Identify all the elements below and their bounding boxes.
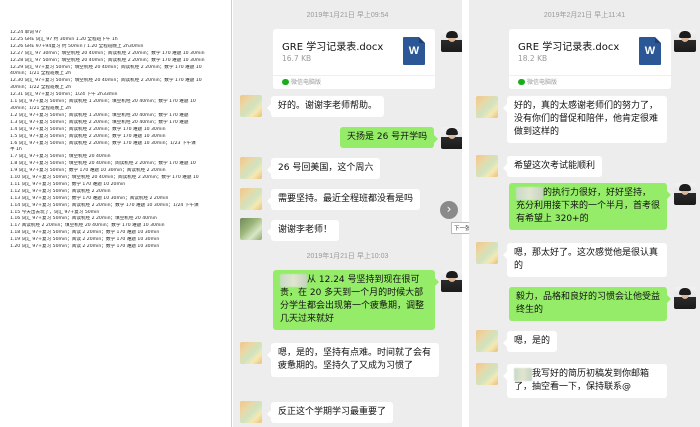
avatar[interactable] [476,96,498,118]
avatar[interactable] [476,363,498,385]
file-card[interactable]: GRE 学习记录表.docx 16.7 KB W 微信电脑版 [273,29,435,89]
avatar[interactable] [441,30,462,52]
file-source: 微信电脑版 [509,75,671,89]
chat-panel-february: 2019年2月21日 早上11:41 GRE 学习记录表.docx 18.2 K… [469,0,700,427]
document-line: 1.10 词汇 97+复习 50min；填空机经 20 40min；阅读机经 2… [10,175,199,181]
document-line: 1.13 词汇 97+复习 50min；数学 170 难题 10 30min；阅… [10,195,169,201]
document-line: 1.12 词汇 97+复习 50min；阅读机经 2 20min [10,188,111,194]
document-line: 1.9 词汇 97+复习 50min；数学 170 难题 10 30min；阅读… [10,168,166,174]
avatar[interactable] [674,30,696,52]
chat-panel-january: 2019年1月21日 早上09:54 GRE 学习记录表.docx 16.7 K… [233,0,462,427]
document-line: 1.16 词汇 97+复习 50min；阅读机经 2 20min；填空机经 20… [10,216,157,222]
document-line: 1.8 词汇 97+复习 50min；填空机经 20 40min；阅读机经 2 … [10,161,196,167]
redacted-name: 某某 [514,368,533,381]
word-doc-icon: W [639,37,661,65]
word-doc-icon: W [403,37,425,65]
wechat-icon [282,79,289,85]
avatar[interactable] [240,188,262,210]
message-bubble: 谢谢李老师！ [266,220,340,241]
message-bubble: 需要坚持。最近全程班都没看是吗 [266,189,421,210]
avatar[interactable] [240,218,262,240]
document-line: 1.1 词汇 97+复习 50min；阅读机经 1 20min；填空机经 20 … [10,99,196,105]
document-line: 12.25 GRE 词汇 97 约 30min 1.20 全程班下午 1h [10,36,118,42]
timestamp: 2019年1月21日 早上10:03 [306,253,389,260]
document-line: 1.14 词汇 97+复习 50min；阅读机经 2 20min；数学 170 … [10,202,199,208]
message-bubble: 某某某的执行力很好，好好坚持，充分利用接下来的一个半月，首考很有希望上 320+… [509,183,671,230]
message-bubble: 嗯，那太好了。这次感觉他是很认真的 [503,243,667,277]
document-line: 1.11 词汇 97+复习 50min；数学 170 难题 10 20min [10,181,126,187]
file-source: 微信电脑版 [273,75,435,89]
next-image-arrow-icon[interactable]: › [440,201,458,219]
message-bubble: 嗯，是的 [502,331,558,352]
document-line: 1.18 词汇 97+复习 50min；阅读 2 20min；数学 170 难题… [10,230,160,236]
document-line: 1.20 词汇 97+复习 50min；阅读 2 20min；数学 170 难题… [10,244,160,250]
avatar[interactable] [240,401,262,423]
avatar[interactable] [476,330,498,352]
document-line: 1.17 阅读机经 2 20min；填空机经 20 40min；数学 170 难… [10,223,165,229]
file-size: 16.7 KB [282,54,312,63]
avatar[interactable] [441,270,462,292]
document-line: 1.2 词汇 97+复习 50min；阅读机经 1 20min；填空机经 20 … [10,112,189,118]
document-line: 12.28 词汇 97 50min；填空机经 20 40min；阅读机经 2 2… [10,57,205,63]
redacted-name: 某某某 [516,187,544,200]
file-name: GRE 学习记录表.docx [518,42,620,53]
document-line: 1.7 词汇 97+复习 50min；填空机经 20 40min [10,154,111,160]
file-card[interactable]: GRE 学习记录表.docx 18.2 KB W 微信电脑版 [509,29,671,89]
panel-divider [462,0,469,427]
document-line: 12.27 词汇 97 30min；填空机经 20 40min；阅读机经 2 2… [10,50,205,56]
document-line: 半 1h [10,147,22,153]
avatar[interactable] [674,183,696,205]
document-line: 30min；1/22 全程班晚上 2h [10,85,72,91]
document-line: 12.30 词汇 97+复习 50min；填空机经 20 40min；阅读机经 … [10,78,202,84]
document-line: 12.24 单词 97 [10,30,42,35]
document-line: 12.31 词汇 97+复习 50min；1/24 下午 2h33min [10,92,118,98]
message-bubble: 某某某从 12.24 号坚持到现在很可贵，在 20 多天到一个月的时候大部分学生… [273,270,439,330]
avatar[interactable] [240,95,262,117]
file-name: GRE 学习记录表.docx [282,42,384,53]
document-line: 1.5 词汇 97+复习 50min；阅读机经 2 20min；数学 170 难… [10,133,166,139]
document-line: 1.19 词汇 97+复习 50min；阅读 2 20min；数学 170 难题… [10,237,160,243]
document-line: 12.26 GRE 97+94复习 约 50min / 1.20 全程班晚上 2… [10,43,144,49]
study-log-document: 12.24 单词 97 12.25 GRE 词汇 97 约 30min 1.20 … [0,0,232,427]
document-line: 1.4 词汇 97+复习 50min；阅读机经 2 20min；数学 170 难… [10,126,166,132]
avatar[interactable] [476,242,498,264]
message-bubble: 希望这次考试能顺利 [502,156,603,177]
message-bubble: 天扬是 26 号开学吗 [340,127,439,148]
wechat-icon [518,79,525,85]
message-bubble: 嗯，是的，坚持有点难。时间就了会有疲惫期的。坚持久了又成为习惯了 [267,343,439,377]
redacted-name: 某某某 [280,274,308,287]
message-bubble: 反正这个学期学习最重要了 [266,402,394,423]
document-line: 1.3 词汇 97+复习 50min；阅读机经 2 20min；填空机经 20 … [10,119,189,125]
document-line: 12.29 词汇 97+复习 50min；填空机经 20 40min；阅读机经 … [10,64,202,70]
message-bubble: 好的。谢谢李老师帮助。 [266,96,385,117]
timestamp: 2019年2月21日 早上11:41 [543,12,626,19]
document-line: 40min；1/21 全程班晚上 2h [10,71,72,77]
avatar[interactable] [441,127,462,149]
document-line: 1.6 词汇 97+复习 50min；阅读机经 2 20min；数学 170 难… [10,140,196,146]
file-size: 18.2 KB [518,54,548,63]
avatar[interactable] [476,155,498,177]
message-bubble: 好的，真的太感谢老师们的努力了，没有你们的督促和陪伴，他肯定很难做到这样的 [503,96,667,143]
document-line: 1.15 今天出去玩了，词汇 97+复习 50min [10,209,100,215]
message-bubble: 毅力，品格和良好的习惯会让他受益终生的 [509,287,671,321]
document-line: 30min；1/21 全程班晚上 2h [10,105,72,111]
avatar[interactable] [674,287,696,309]
message-bubble: 26 号回美国，这个周六 [266,158,381,179]
timestamp: 2019年1月21日 早上09:54 [306,12,389,19]
avatar[interactable] [240,342,262,364]
message-bubble: 某某我写好的简历初稿发到你邮箱了，抽空看一下，保持联系@ [503,364,667,398]
avatar[interactable] [240,157,262,179]
